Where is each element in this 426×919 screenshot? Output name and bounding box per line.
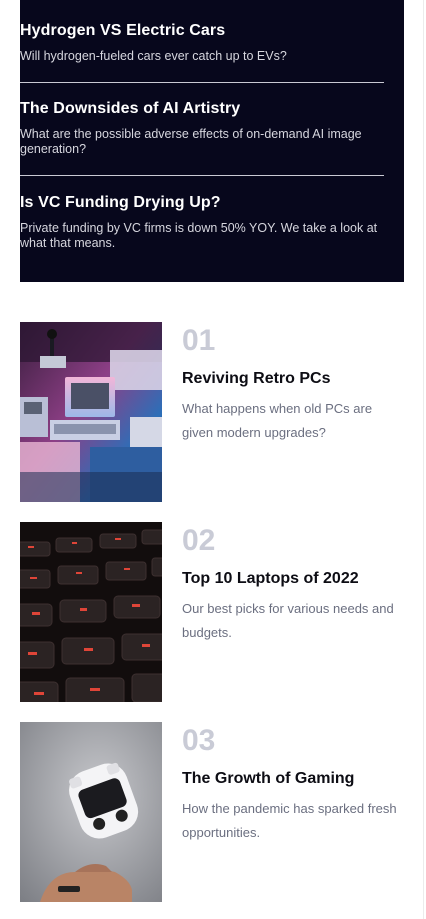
retro-pcs-picture <box>20 322 162 502</box>
featured-post-title[interactable]: Is VC Funding Drying Up? <box>20 193 384 213</box>
divider <box>20 175 384 176</box>
featured-post-title[interactable]: Hydrogen VS Electric Cars <box>20 21 384 41</box>
featured-post-description: Private funding by VC firms is down 50% … <box>20 221 378 250</box>
divider <box>20 82 384 83</box>
post-description: How the pandemic has sparked fresh oppor… <box>182 801 397 840</box>
post-description: Our best picks for various needs and bud… <box>182 601 394 640</box>
post-rank-number: 03 <box>182 724 216 757</box>
post-rank-number: 01 <box>182 324 216 357</box>
page-edge-divider <box>423 0 424 919</box>
featured-post-title[interactable]: The Downsides of AI Artistry <box>20 99 384 119</box>
laptop-keyboard-image[interactable] <box>20 522 162 702</box>
game-controller-image[interactable] <box>20 722 162 902</box>
game-controller-picture <box>20 722 162 902</box>
featured-post[interactable]: Hydrogen VS Electric Cars Will hydrogen-… <box>20 21 384 64</box>
post-title[interactable]: Top 10 Laptops of 2022 <box>182 569 412 589</box>
featured-post-description: What are the possible adverse effects of… <box>20 127 362 156</box>
featured-post-description: Will hydrogen-fueled cars ever catch up … <box>20 49 287 63</box>
post-description: What happens when old PCs are given mode… <box>182 401 373 440</box>
post-title[interactable]: The Growth of Gaming <box>182 769 412 789</box>
featured-post[interactable]: Is VC Funding Drying Up? Private funding… <box>20 193 384 251</box>
retro-pcs-image[interactable] <box>20 322 162 502</box>
post-title[interactable]: Reviving Retro PCs <box>182 369 412 389</box>
featured-post[interactable]: The Downsides of AI Artistry What are th… <box>20 99 384 157</box>
post-rank-number: 02 <box>182 524 216 557</box>
laptop-keyboard-picture <box>20 522 162 702</box>
